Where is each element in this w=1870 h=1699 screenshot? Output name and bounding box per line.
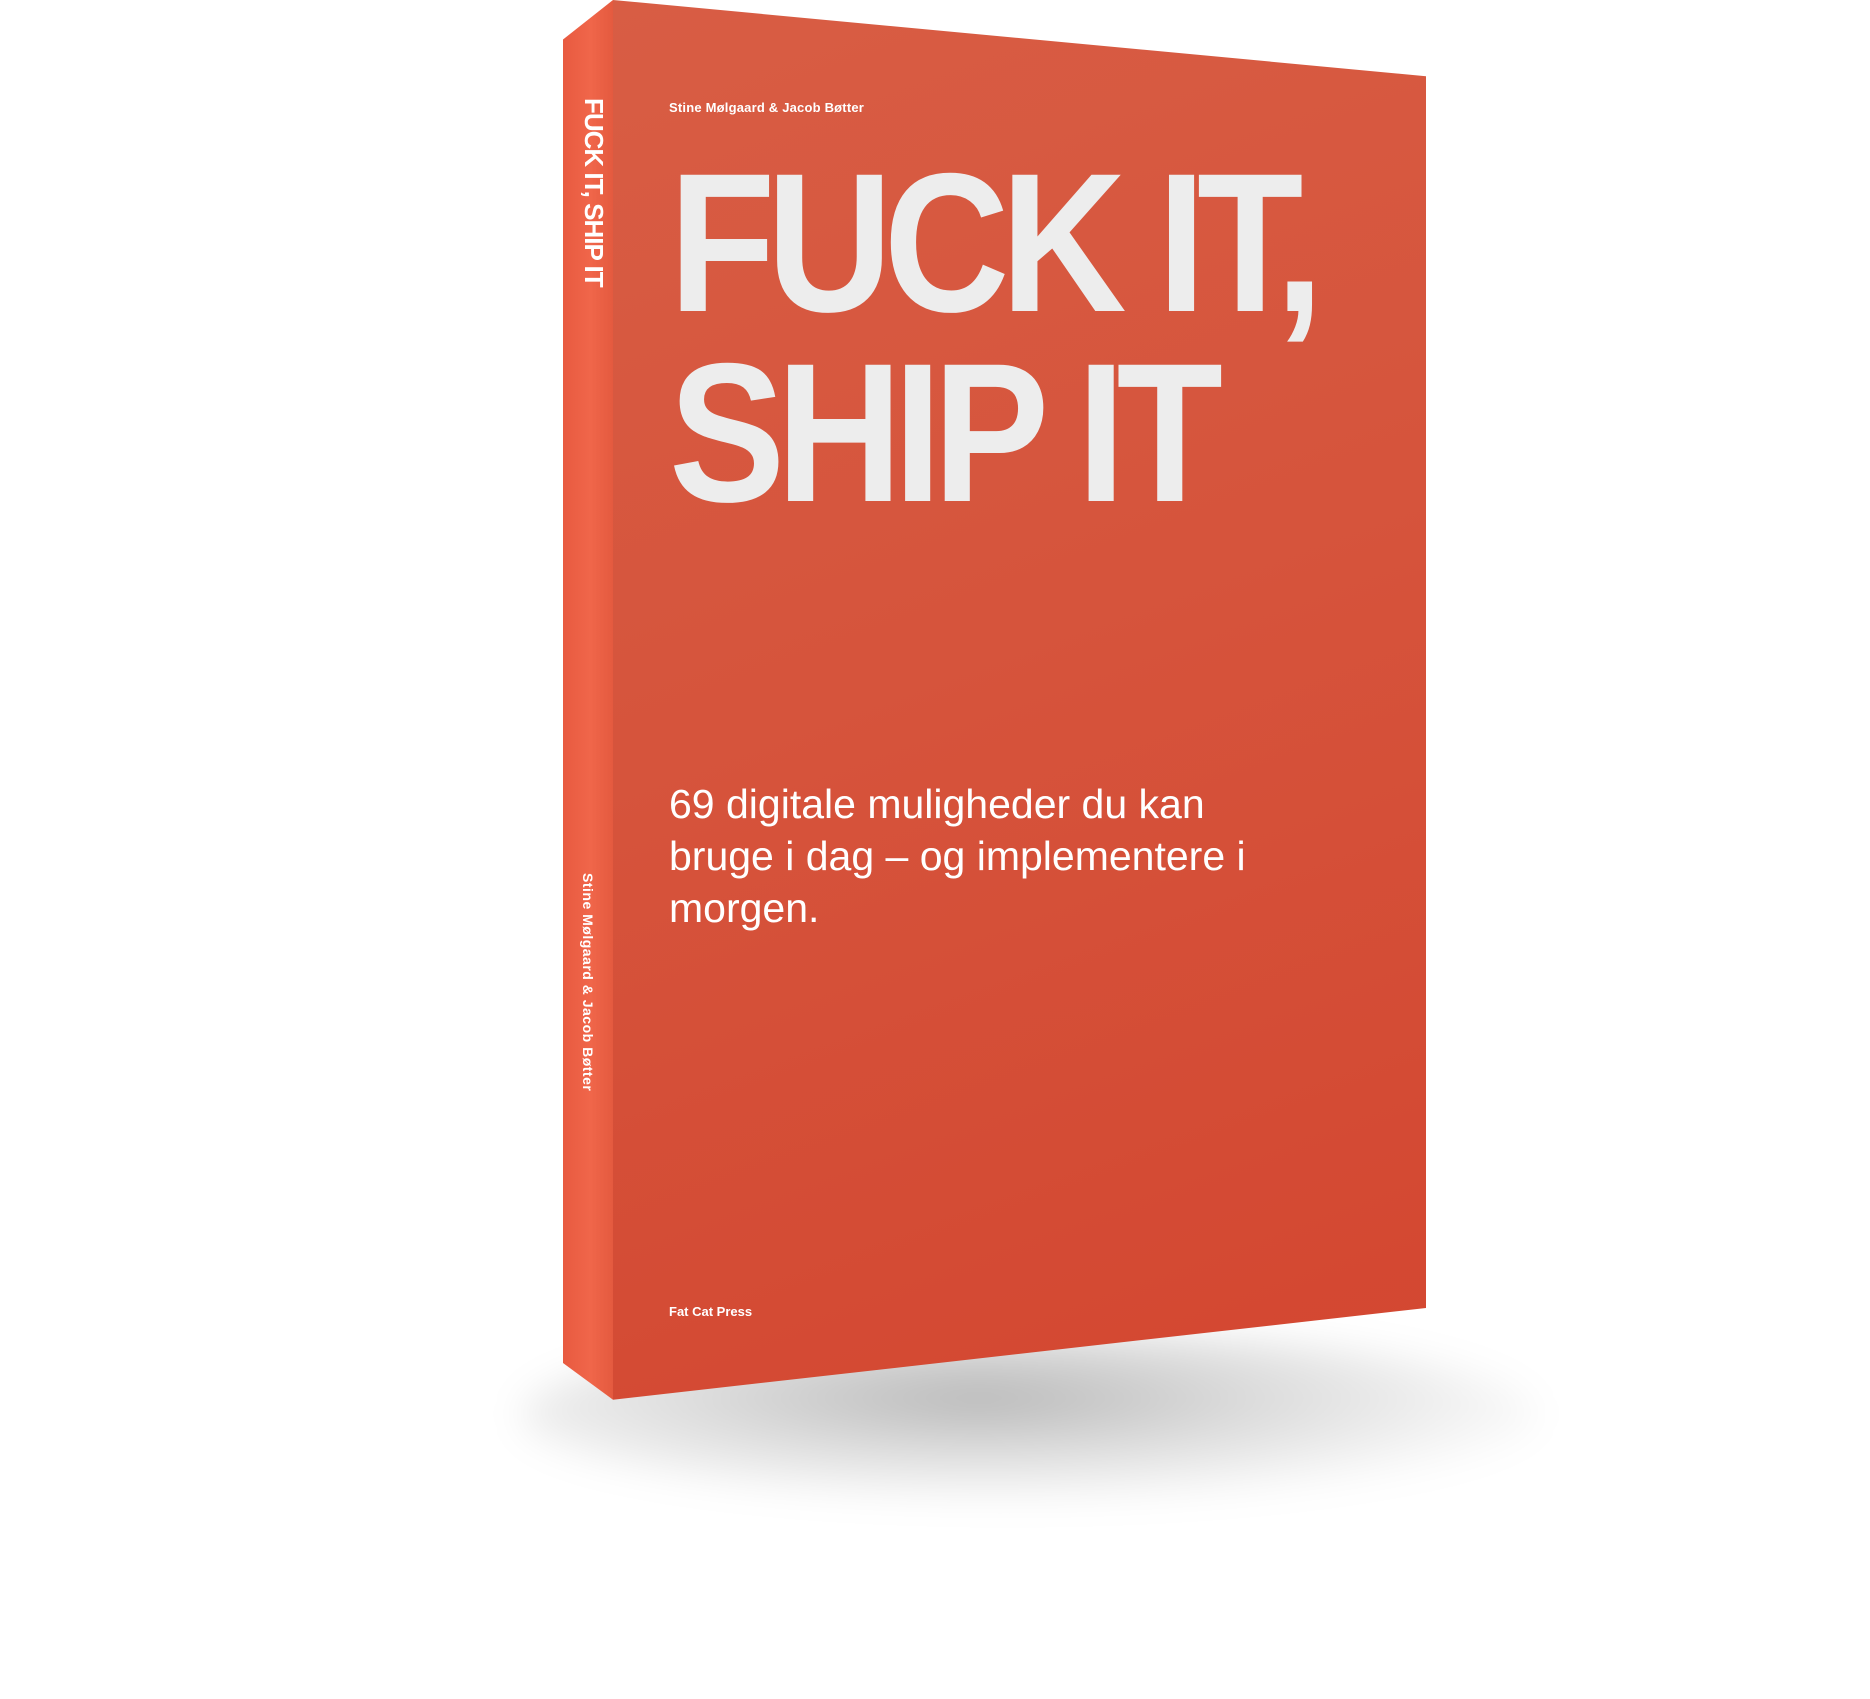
cover-subtitle: 69 digitale muligheder du kan bruge i da… xyxy=(669,781,1246,931)
book-cover: Stine Mølgaard & Jacob Bøtter FUCK IT, S… xyxy=(613,0,1426,1400)
cover-authors: Stine Mølgaard & Jacob Bøtter xyxy=(669,100,865,115)
spine-title: FUCK IT, SHIP IT xyxy=(579,98,609,287)
spine-authors: Stine Mølgaard & Jacob Bøtter xyxy=(580,873,596,1092)
book-scene: FUCK IT, SHIP IT Stine Mølgaard & Jacob … xyxy=(0,0,1870,1699)
cover-title: FUCK IT, SHIP IT xyxy=(669,132,1324,543)
book-spine: FUCK IT, SHIP IT Stine Mølgaard & Jacob … xyxy=(563,0,613,1400)
title-line-1: FUCK IT, xyxy=(669,132,1324,353)
title-line-2: SHIP IT xyxy=(669,322,1223,543)
cover-publisher: Fat Cat Press xyxy=(669,1304,753,1319)
